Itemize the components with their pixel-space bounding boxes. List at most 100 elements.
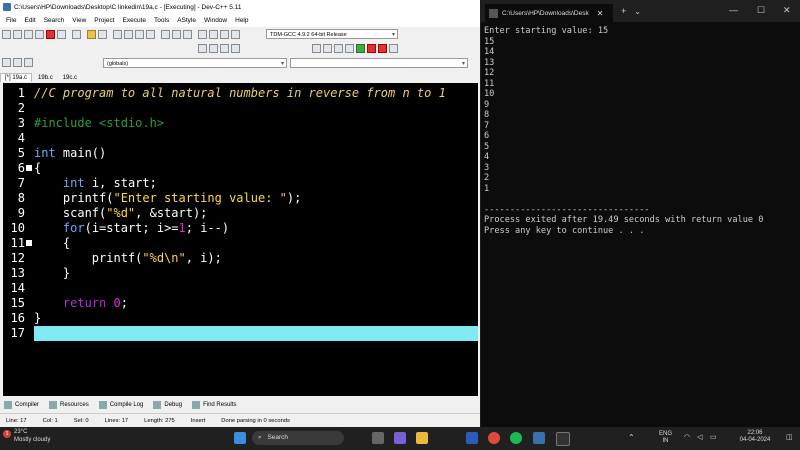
menu-item-edit[interactable]: Edit bbox=[24, 17, 35, 24]
close-tab-icon[interactable]: ✕ bbox=[597, 9, 604, 18]
menu-item-search[interactable]: Search bbox=[44, 17, 65, 24]
code-line[interactable]: 16} bbox=[3, 311, 478, 326]
new-tab-icon[interactable]: + bbox=[621, 6, 626, 16]
code-line[interactable]: 10 for(i=start; i>=1; i--) bbox=[3, 221, 478, 236]
taskbar-search[interactable]: ⌕ Search bbox=[252, 431, 344, 445]
compile-icon[interactable] bbox=[312, 43, 321, 53]
menu-item-project[interactable]: Project bbox=[94, 17, 114, 24]
chevron-down-icon[interactable]: ⌄ bbox=[634, 7, 641, 16]
syntax-check-icon[interactable] bbox=[356, 43, 365, 53]
code-line[interactable]: 11 { bbox=[3, 236, 478, 251]
code-line[interactable]: 6{ bbox=[3, 161, 478, 176]
member-select[interactable]: ▾ bbox=[290, 58, 468, 68]
redo-icon[interactable] bbox=[98, 29, 107, 39]
profile-delete-icon[interactable] bbox=[389, 43, 398, 53]
toggle-bookmark-icon[interactable] bbox=[231, 29, 240, 39]
menu-item-tools[interactable]: Tools bbox=[154, 17, 169, 24]
bottom-tab-find-results[interactable]: Find Results bbox=[192, 401, 236, 409]
unindent-icon[interactable] bbox=[209, 29, 218, 39]
bookmark-icon[interactable] bbox=[198, 43, 207, 53]
code-line[interactable]: 9 scanf("%d", &start); bbox=[3, 206, 478, 221]
comment-icon[interactable] bbox=[220, 29, 229, 39]
code-line[interactable]: 12 printf("%d\n", i); bbox=[3, 251, 478, 266]
weather-widget[interactable]: 23°C Mostly cloudy bbox=[14, 429, 50, 444]
rebuild-icon[interactable] bbox=[345, 43, 354, 53]
new-file-icon[interactable] bbox=[2, 29, 11, 39]
file-tab[interactable]: 19c.c bbox=[59, 74, 81, 82]
find-next-icon[interactable] bbox=[135, 29, 144, 39]
file-tab[interactable]: 19b.c bbox=[34, 74, 57, 82]
project-new-icon[interactable] bbox=[161, 29, 170, 39]
insert-icon[interactable] bbox=[2, 57, 11, 67]
stop-execution-icon[interactable] bbox=[367, 43, 376, 53]
goto-icon[interactable] bbox=[24, 57, 33, 67]
clock[interactable]: 22:06 04-04-2024 bbox=[735, 430, 775, 444]
chrome-icon[interactable] bbox=[488, 432, 500, 444]
close-file-icon[interactable] bbox=[46, 29, 55, 39]
wifi-icon[interactable]: ◠ bbox=[684, 434, 690, 441]
run-icon[interactable] bbox=[323, 43, 332, 53]
compiler-select[interactable]: TDM-GCC 4.9.2 64-bit Release ▾ bbox=[266, 29, 398, 39]
save-all-icon[interactable] bbox=[35, 29, 44, 39]
profile-icon[interactable] bbox=[378, 43, 387, 53]
code-line[interactable]: 17 bbox=[3, 326, 478, 341]
close-all-icon[interactable] bbox=[57, 29, 66, 39]
fold-marker-icon[interactable] bbox=[26, 240, 32, 246]
ide-title-bar[interactable]: C:\Users\HP\Downloads\Desktop\C linkedin… bbox=[0, 0, 480, 14]
code-line[interactable]: 14 bbox=[3, 281, 478, 296]
code-line[interactable]: 7 int i, start; bbox=[3, 176, 478, 191]
code-line[interactable]: 4 bbox=[3, 131, 478, 146]
bottom-tab-compiler[interactable]: Compiler bbox=[4, 401, 39, 409]
close-icon[interactable]: ✕ bbox=[783, 5, 791, 16]
compile-run-icon[interactable] bbox=[334, 43, 343, 53]
menu-item-view[interactable]: View bbox=[72, 17, 86, 24]
maximize-icon[interactable]: ☐ bbox=[757, 5, 765, 16]
file-explorer-icon[interactable] bbox=[416, 432, 428, 444]
code-line[interactable]: 2 bbox=[3, 101, 478, 116]
code-line[interactable]: 15 return 0; bbox=[3, 296, 478, 311]
debug-run-icon[interactable] bbox=[220, 43, 229, 53]
code-editor[interactable]: 1 //C program to all natural numbers in r… bbox=[3, 83, 478, 396]
chevron-up-icon[interactable]: ⌃ bbox=[628, 434, 635, 442]
chat-icon[interactable] bbox=[394, 432, 406, 444]
find-icon[interactable] bbox=[113, 29, 122, 39]
replace-icon[interactable] bbox=[124, 29, 133, 39]
battery-icon[interactable]: ▭ bbox=[710, 434, 717, 441]
menu-item-execute[interactable]: Execute bbox=[123, 17, 147, 24]
language-indicator[interactable]: ENG IN bbox=[659, 431, 672, 445]
menu-item-astyle[interactable]: AStyle bbox=[177, 17, 196, 24]
code-line[interactable]: 5 int main() bbox=[3, 146, 478, 161]
fold-marker-icon[interactable] bbox=[26, 165, 32, 171]
code-line[interactable]: 1 //C program to all natural numbers in r… bbox=[3, 86, 478, 101]
notification-icon[interactable]: ◫ bbox=[786, 434, 793, 441]
bottom-tab-debug[interactable]: Debug bbox=[153, 401, 182, 409]
terminal-output[interactable]: Enter starting value: 15 15 14 13 12 11 … bbox=[484, 26, 798, 236]
scope-select[interactable]: (globals) ▾ bbox=[103, 58, 287, 68]
code-line[interactable]: 13 } bbox=[3, 266, 478, 281]
toggle-icon[interactable] bbox=[13, 57, 22, 67]
goto-line-icon[interactable] bbox=[146, 29, 155, 39]
devcpp-taskbar-icon[interactable] bbox=[533, 432, 545, 444]
debug-step-icon[interactable] bbox=[209, 43, 218, 53]
project-remove-icon[interactable] bbox=[183, 29, 192, 39]
undo-icon[interactable] bbox=[87, 29, 96, 39]
menu-item-file[interactable]: File bbox=[6, 17, 16, 24]
windows-start-icon[interactable] bbox=[234, 432, 246, 444]
volume-icon[interactable]: ◁ bbox=[697, 434, 702, 441]
bottom-tab-compile-log[interactable]: Compile Log bbox=[98, 401, 143, 409]
spotify-icon[interactable] bbox=[510, 432, 522, 444]
terminal-tab[interactable]: C:\Users\HP\Downloads\Desk ✕ bbox=[485, 4, 613, 22]
project-add-icon[interactable] bbox=[172, 29, 181, 39]
indent-icon[interactable] bbox=[198, 29, 207, 39]
print-icon[interactable] bbox=[72, 29, 81, 39]
open-file-icon[interactable] bbox=[13, 29, 22, 39]
menu-item-window[interactable]: Window bbox=[204, 17, 227, 24]
code-line[interactable]: 8 printf("Enter starting value: "); bbox=[3, 191, 478, 206]
terminal-taskbar-icon[interactable] bbox=[556, 432, 570, 446]
word-icon[interactable] bbox=[466, 432, 478, 444]
file-tab[interactable]: [*] 19a.c bbox=[0, 73, 33, 82]
menu-item-help[interactable]: Help bbox=[235, 17, 248, 24]
stop-debug-icon[interactable] bbox=[231, 43, 240, 53]
minimize-icon[interactable]: — bbox=[729, 5, 738, 15]
task-view-icon[interactable] bbox=[372, 432, 384, 444]
